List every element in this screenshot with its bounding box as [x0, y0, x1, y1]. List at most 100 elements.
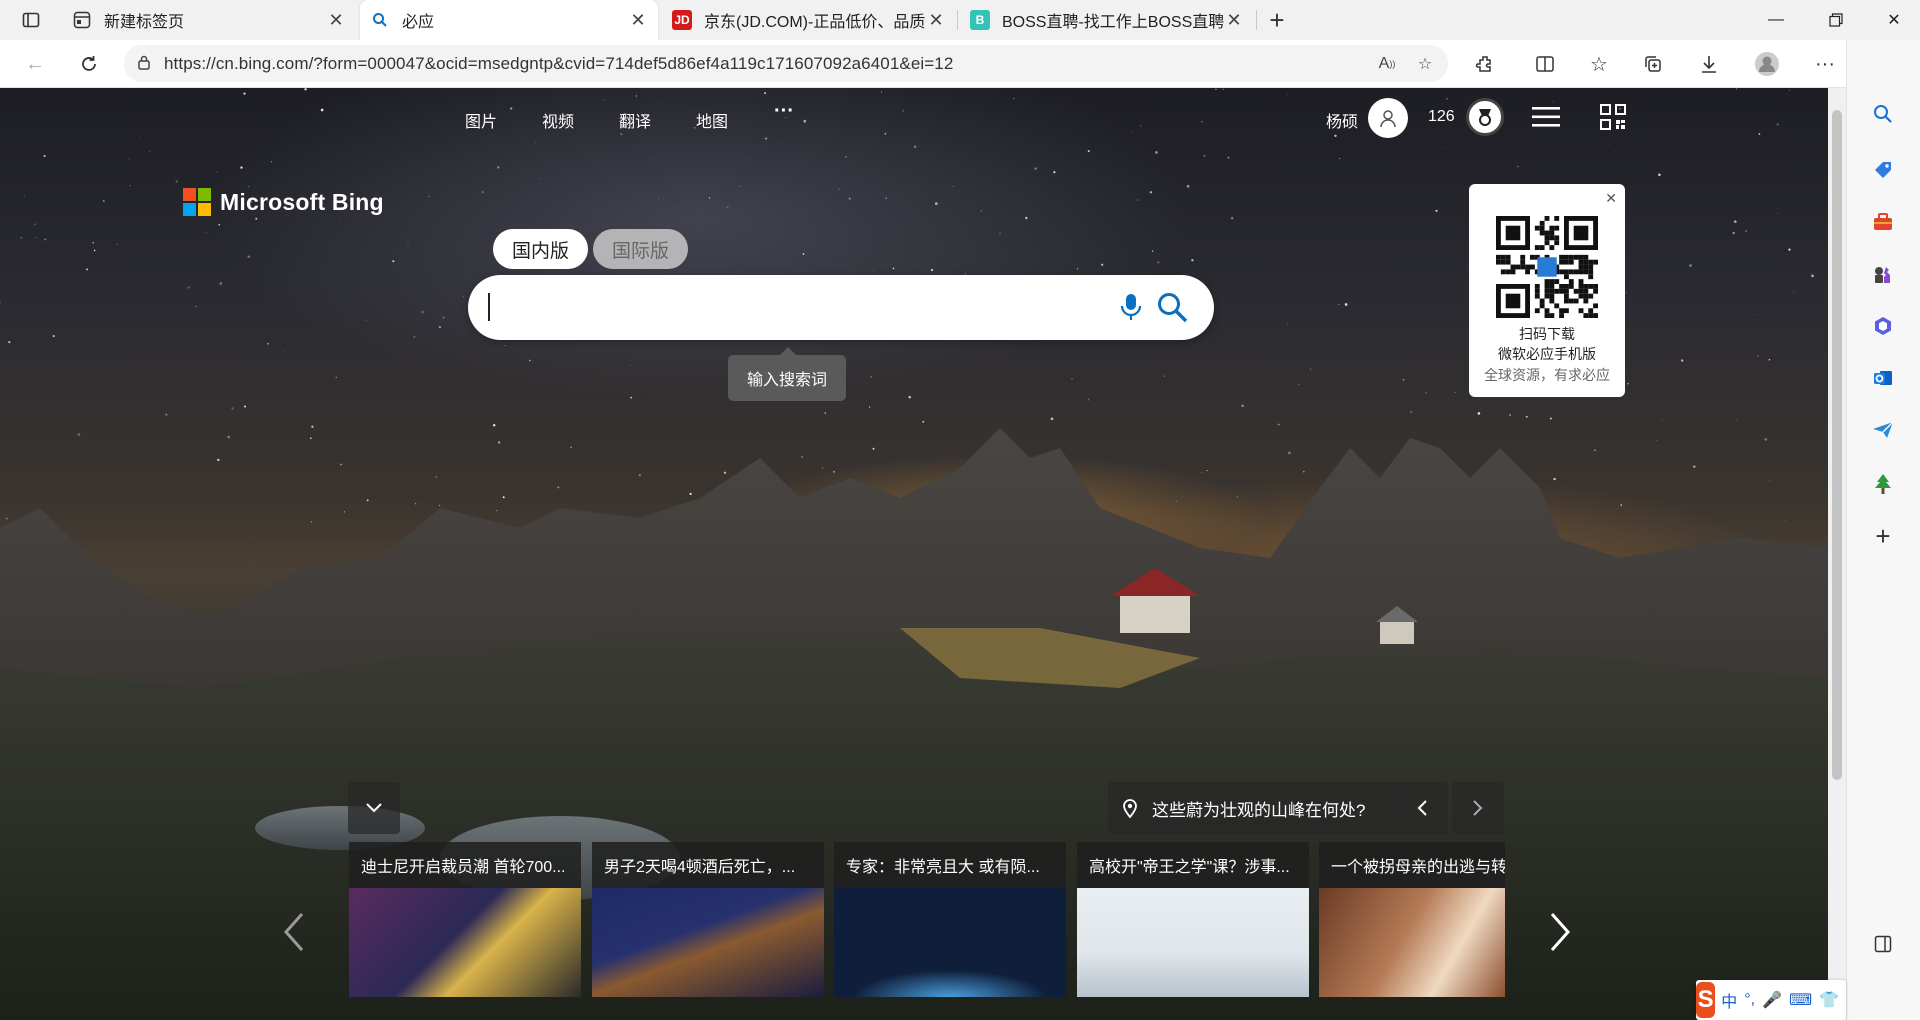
- ime-keyboard-icon[interactable]: ⌨: [1789, 990, 1812, 1010]
- news-card[interactable]: 迪士尼开启裁员潮 首轮700...: [349, 842, 581, 997]
- sogou-ime-icon[interactable]: S: [1696, 982, 1716, 1018]
- address-toolbar: ← https://cn.bing.com/?form=000047&ocid=…: [0, 40, 1920, 88]
- minimize-button[interactable]: —: [1746, 0, 1806, 40]
- microphone-icon[interactable]: [1116, 291, 1146, 323]
- bing-app-qr-code: [1496, 216, 1598, 318]
- close-tab-icon[interactable]: ✕: [628, 10, 648, 31]
- previous-image-button[interactable]: [1396, 782, 1448, 834]
- read-aloud-icon[interactable]: A)): [1372, 49, 1402, 79]
- tools-briefcase-icon[interactable]: [1867, 206, 1899, 238]
- news-caption: 一个被拐母亲的出逃与转: [1319, 842, 1505, 888]
- bing-logo[interactable]: Microsoft Bing: [183, 188, 384, 216]
- nav-translate[interactable]: 翻译: [619, 108, 651, 132]
- download-icon[interactable]: [1692, 48, 1726, 80]
- qr-card-subtitle: 微软必应手机版: [1498, 346, 1596, 362]
- news-caption: 男子2天喝4顿酒后死亡，...: [592, 842, 824, 888]
- news-caption: 高校开"帝王之学"课？涉事...: [1077, 842, 1309, 888]
- tab-boss[interactable]: B BOSS直聘-找工作上BOSS直聘直接谈 ✕: [960, 0, 1254, 40]
- collections-icon[interactable]: [1636, 48, 1670, 80]
- news-next-arrow-icon[interactable]: [1544, 910, 1574, 954]
- news-card[interactable]: 专家：非常亮且大 或有陨...: [834, 842, 1066, 997]
- profile-icon[interactable]: [1750, 48, 1784, 80]
- bing-logo-text: Microsoft Bing: [220, 188, 384, 215]
- ime-punctuation[interactable]: °,: [1744, 991, 1755, 1009]
- tab-jd[interactable]: JD 京东(JD.COM)-正品低价、品质保障 ✕: [662, 0, 956, 40]
- ime-mode[interactable]: 中: [1721, 988, 1737, 1012]
- close-tab-icon[interactable]: ✕: [926, 10, 946, 31]
- news-card[interactable]: 男子2天喝4顿酒后死亡，...: [592, 842, 824, 997]
- ime-skin-icon[interactable]: 👕: [1819, 990, 1839, 1010]
- ime-toolbar[interactable]: S 中 °, 🎤 ⌨ 👕: [1696, 980, 1846, 1020]
- microsoft-logo-icon: [183, 188, 211, 216]
- news-caption: 专家：非常亮且大 或有陨...: [834, 842, 1066, 888]
- edge-sidebar: +: [1846, 40, 1920, 1020]
- outlook-icon[interactable]: [1867, 362, 1899, 394]
- search-tooltip: 输入搜索词: [728, 347, 846, 401]
- close-window-button[interactable]: ✕: [1864, 0, 1920, 40]
- hide-sidebar-icon[interactable]: [1867, 928, 1899, 960]
- tab-separator: [1256, 10, 1257, 30]
- jd-icon: JD: [672, 10, 692, 30]
- region-international-toggle[interactable]: 国际版: [593, 229, 688, 269]
- news-image-gavel: [592, 888, 824, 997]
- tab-separator: [957, 10, 958, 30]
- news-image-classroom: [1077, 888, 1309, 997]
- close-tab-icon[interactable]: ✕: [1224, 10, 1244, 31]
- news-prev-arrow-icon[interactable]: [280, 910, 310, 954]
- scrollbar-thumb[interactable]: [1832, 110, 1842, 780]
- tab-bing[interactable]: 必应 ✕: [360, 0, 658, 40]
- search-icon[interactable]: [1156, 291, 1190, 325]
- back-arrow-icon[interactable]: ←: [18, 48, 52, 80]
- location-pin-icon: [1108, 798, 1152, 818]
- close-icon[interactable]: ✕: [1605, 190, 1617, 207]
- rewards-medal-icon[interactable]: [1466, 98, 1504, 136]
- nav-images[interactable]: 图片: [465, 108, 497, 132]
- add-favorite-icon[interactable]: ☆: [1410, 49, 1440, 79]
- tree-icon[interactable]: [1867, 468, 1899, 500]
- user-name[interactable]: 杨硕: [1326, 108, 1358, 132]
- qr-card-slogan: 全球资源，有求必应: [1484, 367, 1610, 383]
- close-tab-icon[interactable]: ✕: [326, 10, 346, 31]
- restore-button[interactable]: [1806, 0, 1866, 40]
- games-chess-icon[interactable]: [1867, 258, 1899, 290]
- microsoft-365-icon[interactable]: [1867, 310, 1899, 342]
- tab-title: 京东(JD.COM)-正品低价、品质保障: [704, 14, 926, 31]
- shopping-tag-icon[interactable]: [1867, 154, 1899, 186]
- new-tab-button[interactable]: +: [1262, 5, 1292, 35]
- tab-new-tab[interactable]: 新建标签页 ✕: [62, 0, 356, 40]
- nav-videos[interactable]: 视频: [542, 108, 574, 132]
- lock-icon[interactable]: [124, 54, 164, 74]
- collapse-feed-button[interactable]: [348, 782, 400, 834]
- location-question: 这些蔚为壮观的山峰在何处?: [1152, 800, 1366, 820]
- more-options-icon[interactable]: ···: [1808, 48, 1842, 80]
- user-avatar-icon[interactable]: [1368, 98, 1408, 138]
- nav-maps[interactable]: 地图: [696, 108, 728, 132]
- hamburger-menu-icon[interactable]: [1532, 106, 1560, 128]
- add-sidebar-app-icon[interactable]: +: [1867, 520, 1899, 552]
- tab-actions-icon[interactable]: [16, 6, 46, 34]
- sidebar-search-icon[interactable]: [1867, 98, 1899, 130]
- next-image-button[interactable]: [1452, 782, 1504, 834]
- extensions-icon[interactable]: [1468, 48, 1502, 80]
- news-card[interactable]: 高校开"帝王之学"课？涉事...: [1077, 842, 1309, 997]
- favorites-icon[interactable]: ☆: [1582, 48, 1616, 80]
- tab-title: 新建标签页: [104, 14, 185, 31]
- nav-more[interactable]: ···: [774, 100, 794, 123]
- address-bar[interactable]: https://cn.bing.com/?form=000047&ocid=ms…: [124, 45, 1448, 82]
- page-scrollbar[interactable]: [1828, 88, 1846, 1020]
- text-cursor: [488, 293, 490, 321]
- refresh-icon[interactable]: [72, 48, 106, 80]
- image-location-button[interactable]: 这些蔚为壮观的山峰在何处?: [1108, 782, 1400, 834]
- tab-title: 必应: [402, 14, 435, 31]
- region-china-toggle[interactable]: 国内版: [493, 229, 588, 269]
- qr-code-icon[interactable]: [1600, 104, 1626, 130]
- news-card[interactable]: 一个被拐母亲的出逃与转: [1319, 842, 1505, 997]
- tab-strip: 新建标签页 ✕ 必应 ✕ JD 京东(JD.COM)-正品低价、品质保障 ✕ B…: [0, 0, 1920, 40]
- split-screen-icon[interactable]: [1528, 48, 1562, 80]
- send-to-device-icon[interactable]: [1867, 414, 1899, 446]
- ime-mic-icon[interactable]: 🎤: [1762, 990, 1782, 1010]
- news-image-meteor-earth: [834, 888, 1066, 997]
- search-input[interactable]: [468, 275, 1214, 340]
- url-text[interactable]: https://cn.bing.com/?form=000047&ocid=ms…: [164, 54, 953, 74]
- rewards-points[interactable]: 126: [1428, 108, 1455, 126]
